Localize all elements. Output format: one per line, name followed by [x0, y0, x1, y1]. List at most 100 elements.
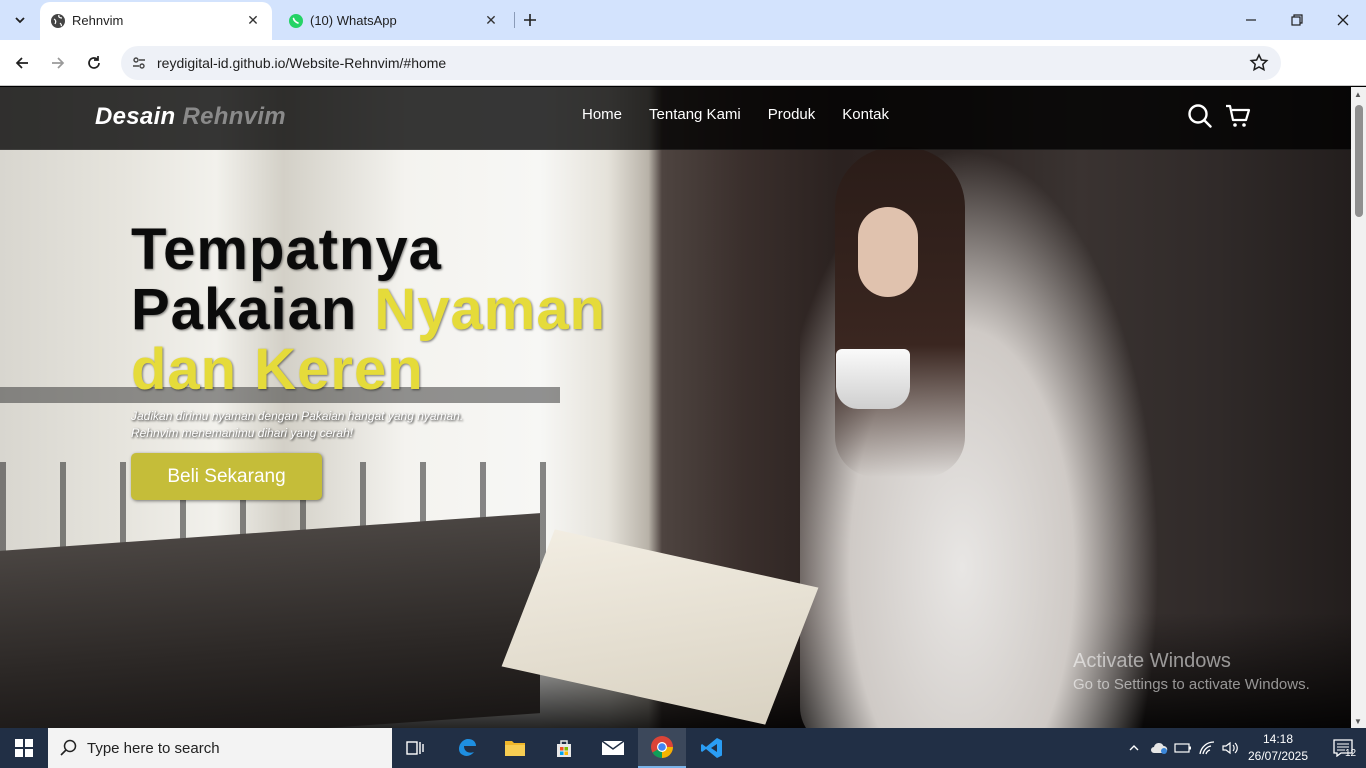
- restore-icon: [1291, 14, 1303, 26]
- activate-windows-watermark: Activate Windows Go to Settings to activ…: [1073, 650, 1310, 693]
- minimize-icon: [1246, 19, 1256, 21]
- clock-date: 26/07/2025: [1247, 749, 1309, 763]
- search-icon[interactable]: [1186, 102, 1214, 130]
- vscode-button[interactable]: [688, 728, 736, 768]
- tab-strip: Rehnvim ✕ (10) WhatsApp ✕: [0, 0, 1366, 40]
- logo-part-desain: Desain: [95, 103, 176, 130]
- watermark-title: Activate Windows: [1073, 650, 1231, 672]
- logo-part-rehnvim: Rehnvim: [182, 103, 286, 130]
- watermark-subtitle: Go to Settings to activate Windows.: [1073, 676, 1310, 693]
- store-icon: [557, 740, 571, 757]
- headline-word-nyaman: Nyaman: [374, 277, 607, 342]
- file-explorer-icon: [505, 741, 525, 756]
- clock-time: 14:18: [1262, 732, 1294, 746]
- close-window-button[interactable]: [1320, 0, 1366, 40]
- globe-icon: [51, 14, 65, 28]
- back-button[interactable]: [8, 49, 36, 77]
- nav-tentang-kami[interactable]: Tentang Kami: [649, 106, 741, 123]
- site-navbar: Desain Rehnvim Home Tentang Kami Produk …: [0, 87, 1351, 150]
- taskbar-search-placeholder: Type here to search: [87, 739, 220, 757]
- new-tab-button[interactable]: [518, 8, 542, 32]
- windows-taskbar: Type here to search 14:18 26/07/2025 12: [0, 728, 1366, 768]
- mail-icon: [601, 740, 625, 755]
- tab-whatsapp[interactable]: (10) WhatsApp ✕: [278, 2, 510, 40]
- chevron-down-icon: [15, 17, 25, 24]
- browser-toolbar: reydigital-id.github.io/Website-Rehnvim/…: [0, 40, 1366, 114]
- page-scrollbar[interactable]: ▲ ▼: [1351, 87, 1366, 728]
- wifi-icon: [1199, 741, 1215, 755]
- nav-produk[interactable]: Produk: [768, 106, 816, 123]
- hero-headline: Tempatnya Pakaian Nyaman dan Keren: [131, 220, 606, 400]
- tab-title: (10) WhatsApp: [310, 13, 397, 28]
- search-icon: [60, 739, 77, 756]
- woman-face: [858, 207, 918, 297]
- headline-line-1: Tempatnya: [131, 217, 442, 282]
- chrome-button[interactable]: [638, 728, 686, 768]
- tab-separator: [514, 12, 515, 28]
- restore-button[interactable]: [1274, 0, 1320, 40]
- task-view-button[interactable]: [392, 728, 440, 768]
- browser-window: Rehnvim ✕ (10) WhatsApp ✕ reydigital-id.…: [0, 0, 1366, 768]
- windows-logo-icon: [15, 739, 33, 757]
- store-button[interactable]: [540, 728, 588, 768]
- hero-subtitle: Jadikan dirimu nyaman dengan Pakaian han…: [131, 408, 463, 442]
- vscode-icon: [701, 738, 722, 758]
- edge-button[interactable]: [443, 728, 491, 768]
- tab-rehnvim[interactable]: Rehnvim ✕: [40, 2, 272, 40]
- site-logo[interactable]: Desain Rehnvim: [95, 103, 286, 131]
- volume-tray-icon[interactable]: [1220, 738, 1240, 758]
- close-icon: [1337, 14, 1349, 26]
- headline-line-2: Pakaian Nyaman: [131, 280, 606, 340]
- headline-line-3: dan Keren: [131, 337, 424, 402]
- reload-button[interactable]: [80, 49, 108, 77]
- speaker-icon: [1222, 741, 1238, 755]
- table-shape: [0, 513, 540, 728]
- nav-links: Home Tentang Kami Produk Kontak: [582, 106, 889, 123]
- taskbar-clock[interactable]: 14:18 26/07/2025: [1242, 731, 1314, 765]
- bookmark-star-icon[interactable]: [1249, 53, 1269, 73]
- hero-subtitle-line-2: Rehnvim menemanimu dihari yang cerah!: [131, 426, 354, 440]
- mail-button[interactable]: [589, 728, 637, 768]
- close-tab-icon[interactable]: ✕: [244, 11, 262, 29]
- scroll-down-arrow[interactable]: ▼: [1354, 717, 1362, 726]
- plus-icon: [524, 14, 536, 26]
- hero-subtitle-line-1: Jadikan dirimu nyaman dengan Pakaian han…: [131, 409, 464, 423]
- whatsapp-icon: [289, 14, 303, 28]
- coffee-cup: [836, 349, 910, 409]
- taskbar-search-box[interactable]: Type here to search: [48, 728, 392, 768]
- url-text[interactable]: reydigital-id.github.io/Website-Rehnvim/…: [157, 55, 446, 71]
- woman-hair: [835, 147, 965, 477]
- battery-icon: [1174, 743, 1191, 753]
- nav-kontak[interactable]: Kontak: [842, 106, 889, 123]
- forward-button[interactable]: [44, 49, 72, 77]
- task-view-icon: [406, 741, 424, 755]
- scroll-up-arrow[interactable]: ▲: [1354, 90, 1362, 99]
- network-tray-icon[interactable]: [1197, 738, 1217, 758]
- battery-tray-icon[interactable]: [1173, 738, 1193, 758]
- beli-sekarang-button[interactable]: Beli Sekarang: [131, 453, 322, 500]
- site-info-icon[interactable]: [127, 51, 151, 75]
- address-bar[interactable]: reydigital-id.github.io/Website-Rehnvim/…: [121, 46, 1281, 80]
- reload-icon: [88, 56, 100, 69]
- close-tab-icon[interactable]: ✕: [482, 11, 500, 29]
- show-hidden-icons-button[interactable]: [1124, 738, 1144, 758]
- tab-search-button[interactable]: [6, 6, 34, 34]
- notification-center-button[interactable]: 12: [1320, 728, 1366, 768]
- arrow-right-icon: [52, 57, 65, 69]
- tab-title: Rehnvim: [72, 13, 124, 28]
- nav-home[interactable]: Home: [582, 106, 622, 123]
- onedrive-tray-icon[interactable]: [1149, 738, 1169, 758]
- chevron-up-icon: [1129, 745, 1139, 751]
- arrow-left-icon: [15, 57, 28, 69]
- web-page: Desain Rehnvim Home Tentang Kami Produk …: [0, 87, 1351, 728]
- start-button[interactable]: [0, 728, 48, 768]
- minimize-button[interactable]: [1228, 0, 1274, 40]
- chrome-icon: [651, 736, 673, 758]
- shopping-cart-icon[interactable]: [1224, 102, 1252, 130]
- edge-icon: [459, 739, 476, 756]
- cloud-icon: [1151, 742, 1168, 754]
- file-explorer-button[interactable]: [491, 728, 539, 768]
- headline-word-pakaian: Pakaian: [131, 277, 358, 342]
- notification-count: 12: [1345, 748, 1357, 759]
- scrollbar-thumb[interactable]: [1355, 105, 1363, 217]
